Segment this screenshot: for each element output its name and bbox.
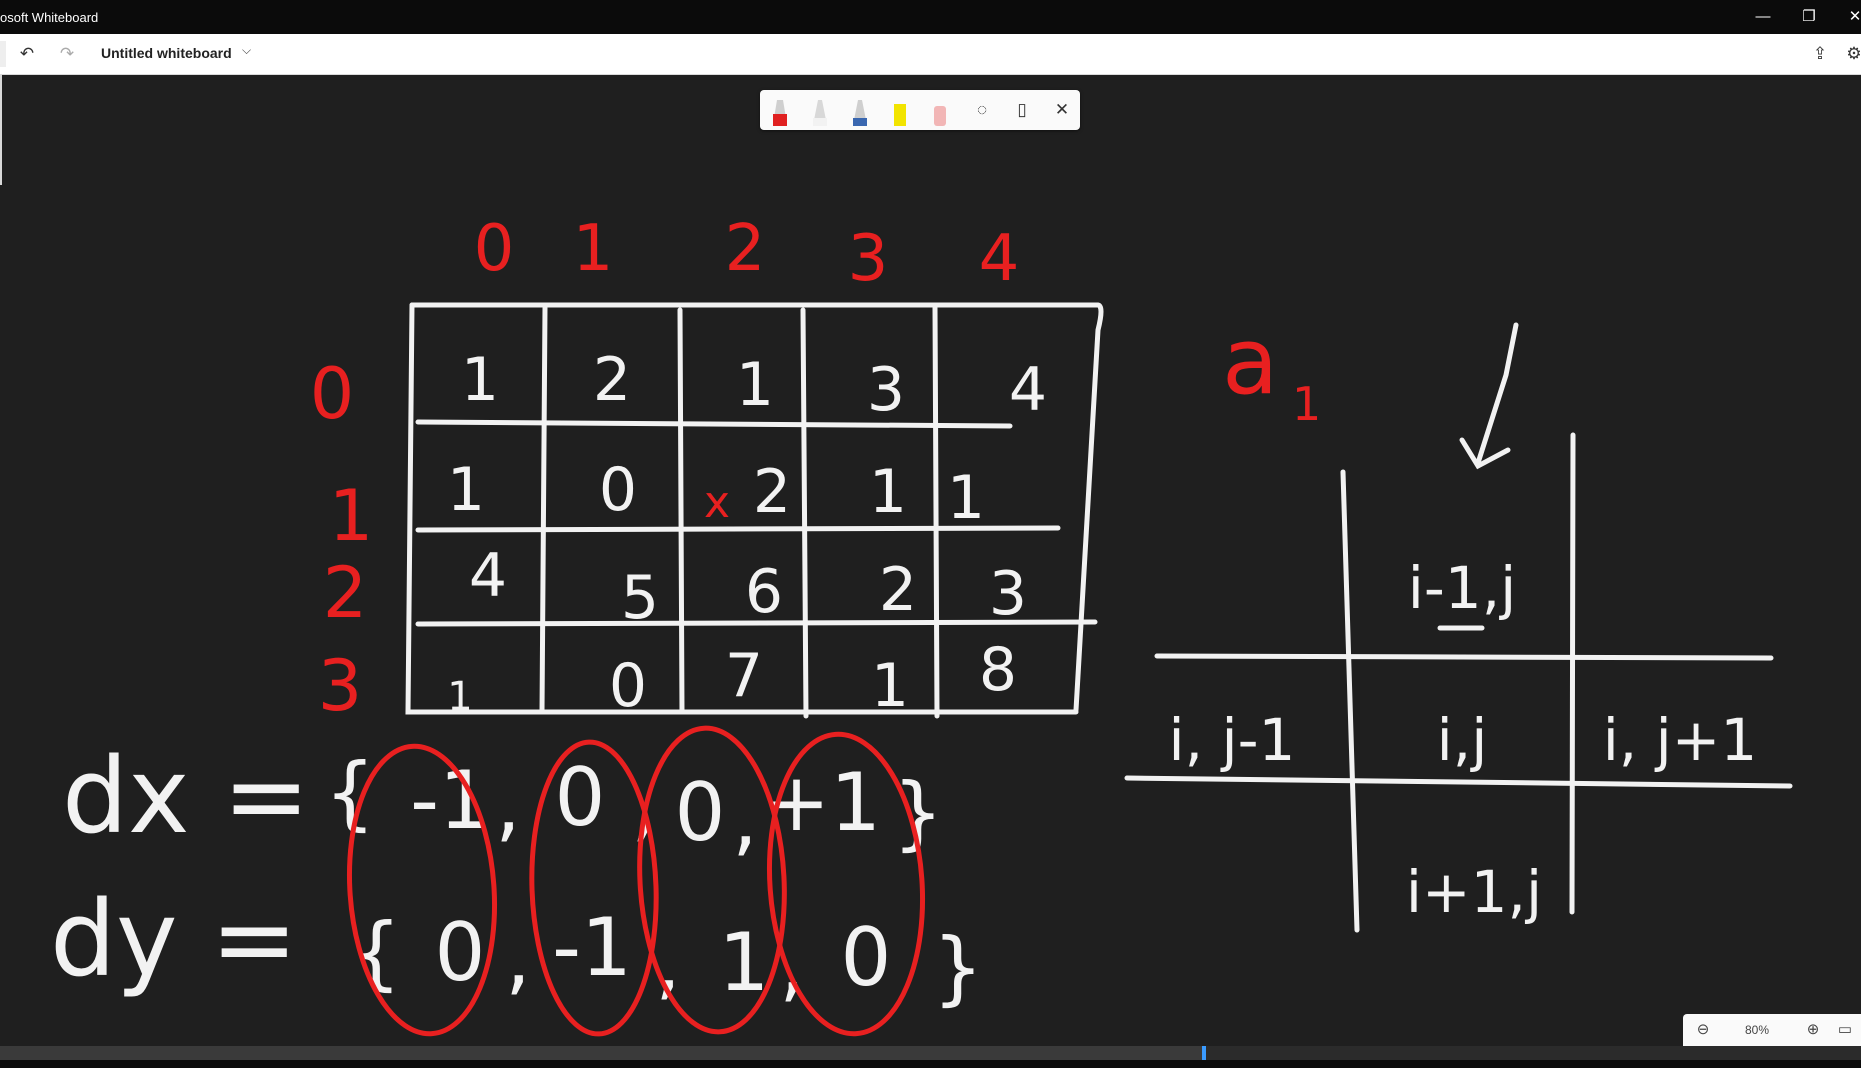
white-pen-icon[interactable] — [808, 96, 832, 126]
progress-fill — [0, 1046, 1204, 1060]
zoom-out-icon[interactable]: ⊖ — [1691, 1019, 1715, 1041]
minimize-icon[interactable]: — — [1740, 4, 1786, 30]
window-titlebar: osoft Whiteboard — ❐ ✕ — [0, 0, 1861, 34]
progress-bar[interactable] — [0, 1046, 1861, 1060]
zoom-control: ⊖ 80% ⊕ ▭ — [1683, 1014, 1861, 1046]
canvas-left-edge — [0, 75, 2, 185]
red-pen-icon[interactable] — [768, 96, 792, 126]
ink-toolbar: ◌ ▯ ✕ — [760, 90, 1080, 130]
highlighter-icon[interactable] — [888, 96, 912, 126]
blue-pen-icon[interactable] — [848, 96, 872, 126]
gear-icon[interactable]: ⚙ — [1840, 41, 1861, 67]
whiteboard-canvas[interactable] — [0, 75, 1861, 1045]
bottom-strip — [0, 1060, 1861, 1068]
zoom-level: 80% — [1745, 1023, 1770, 1037]
document-title[interactable]: Untitled whiteboard — [101, 45, 232, 61]
ruler-icon[interactable]: ▯ — [1010, 97, 1034, 123]
app-title: osoft Whiteboard — [0, 10, 99, 25]
undo-icon[interactable]: ↶ — [13, 41, 41, 67]
progress-marker[interactable] — [1202, 1046, 1206, 1060]
zoom-in-icon[interactable]: ⊕ — [1801, 1019, 1825, 1041]
chevron-down-icon[interactable]: ⌵ — [242, 43, 251, 58]
share-icon[interactable]: ⇪ — [1806, 41, 1834, 67]
restore-icon[interactable]: ❐ — [1786, 4, 1832, 30]
redo-icon[interactable]: ↷ — [53, 41, 81, 67]
fit-to-screen-icon[interactable]: ▭ — [1833, 1019, 1857, 1041]
app-toolbar: ↶ ↷ Untitled whiteboard ⌵ ⇪ ⚙ — [0, 34, 1861, 75]
close-icon[interactable]: ✕ — [1050, 97, 1074, 123]
lasso-select-icon[interactable]: ◌ — [970, 97, 994, 123]
close-icon[interactable]: ✕ — [1832, 4, 1861, 30]
eraser-icon[interactable] — [928, 96, 952, 126]
sidebar-edge — [0, 41, 6, 67]
